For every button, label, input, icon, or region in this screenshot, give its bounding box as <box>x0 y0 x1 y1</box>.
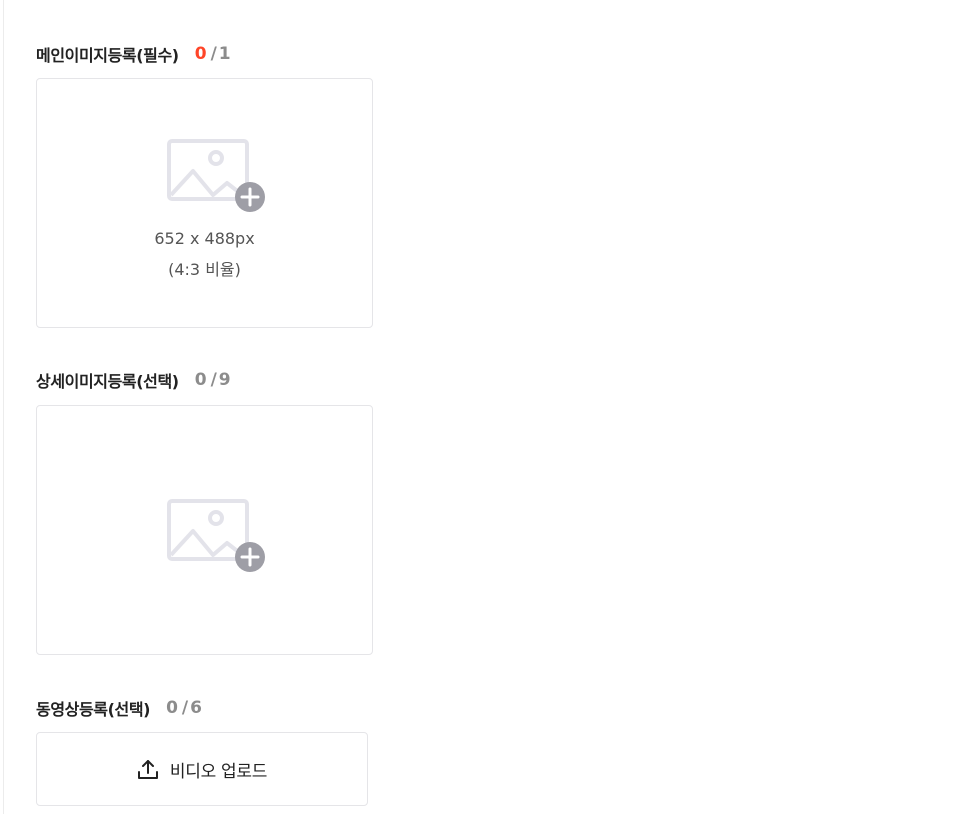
main-image-size-hint: 652 x 488px <box>154 229 255 248</box>
main-image-title: 메인이미지등록(필수) <box>36 46 179 65</box>
detail-image-upload-area[interactable] <box>36 405 373 655</box>
main-image-max-count: 1 <box>218 44 231 64</box>
count-separator: / <box>181 698 189 718</box>
image-add-icon <box>167 139 265 212</box>
detail-image-heading: 상세이미지등록(선택) 0/9 <box>36 369 231 391</box>
video-current-count: 0 <box>166 698 178 718</box>
video-count: 0/6 <box>166 698 202 718</box>
detail-image-current-count: 0 <box>194 370 207 390</box>
detail-image-title: 상세이미지등록(선택) <box>36 372 179 391</box>
main-image-current-count: 0 <box>194 44 207 64</box>
main-image-ratio-hint: (4:3 비율) <box>168 260 241 279</box>
image-add-icon <box>167 499 265 572</box>
main-image-heading: 메인이미지등록(필수) 0/1 <box>36 43 231 65</box>
main-image-count: 0/1 <box>195 44 231 64</box>
left-divider <box>3 0 4 814</box>
upload-icon <box>137 760 158 779</box>
main-image-upload-area[interactable]: 652 x 488px (4:3 비율) <box>36 78 373 328</box>
video-title: 동영상등록(선택) <box>36 700 151 719</box>
video-heading: 동영상등록(선택) 0/6 <box>36 697 202 719</box>
count-separator: / <box>210 370 217 390</box>
detail-image-max-count: 9 <box>218 370 231 390</box>
video-upload-label: 비디오 업로드 <box>169 761 268 782</box>
count-separator: / <box>210 44 217 64</box>
video-upload-button[interactable]: 비디오 업로드 <box>36 732 368 806</box>
video-max-count: 6 <box>190 698 202 718</box>
detail-image-count: 0/9 <box>195 370 231 390</box>
